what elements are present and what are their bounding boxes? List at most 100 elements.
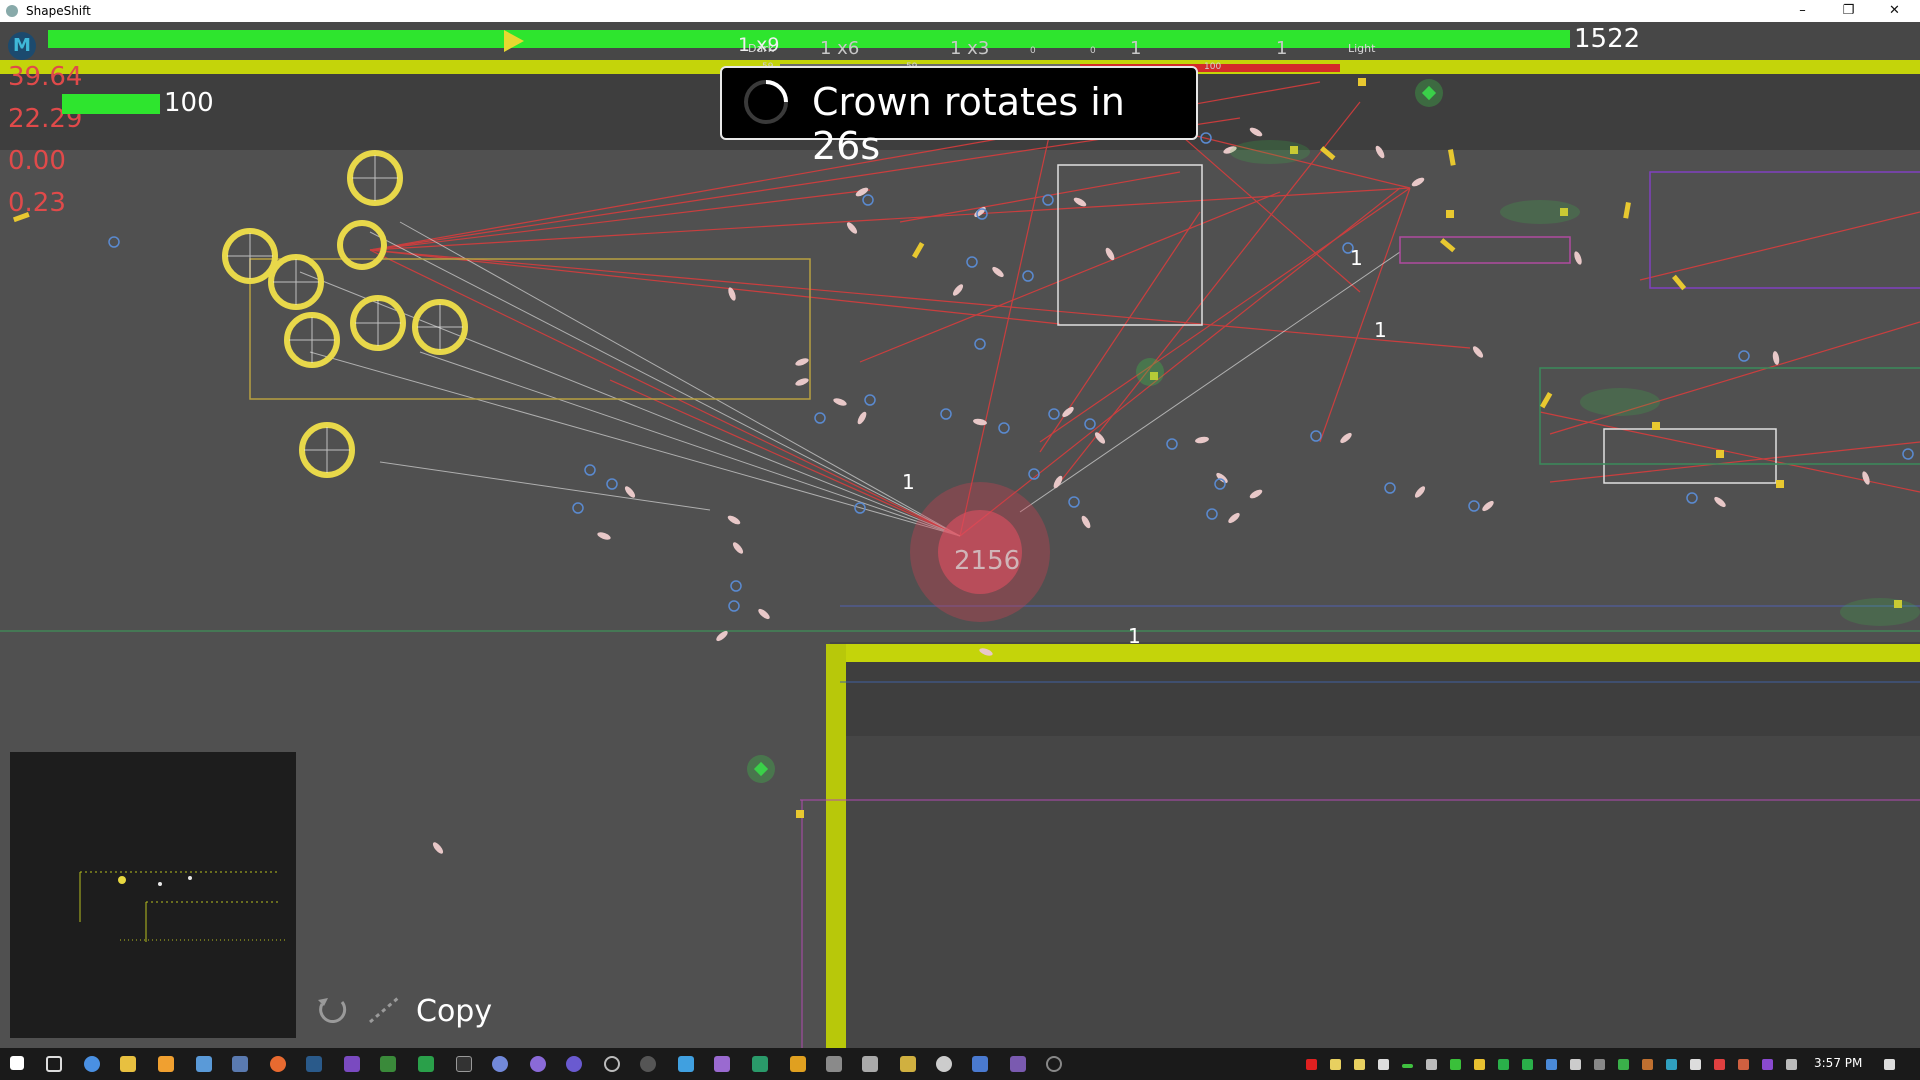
game-viewport[interactable]: M 1 x9 1522 Dark Light 59 59 0 0 100 1 x… <box>0 22 1920 1048</box>
progress-marker-icon <box>504 30 524 52</box>
player-units-spokes <box>227 155 463 473</box>
notification-icon[interactable] <box>1884 1059 1895 1070</box>
visual-studio-icon[interactable] <box>344 1056 360 1072</box>
tray-icon-chart[interactable] <box>1426 1059 1437 1070</box>
calculator-icon[interactable] <box>232 1056 248 1072</box>
gallery-icon[interactable] <box>972 1056 988 1072</box>
tray-icon-notes-2[interactable] <box>1354 1059 1365 1070</box>
tray-icon-gear[interactable] <box>1570 1059 1581 1070</box>
stat-3: 0.00 <box>8 146 66 176</box>
stat-4: 0.23 <box>8 188 66 218</box>
light-label: Light <box>1348 42 1376 55</box>
crown-timer-text: Crown rotates in 26s <box>812 80 1125 168</box>
window-title-bar: ShapeShift – ❐ ✕ <box>0 0 1920 22</box>
app-icon <box>6 5 18 17</box>
multiplier-x6: 1 x6 <box>820 38 860 59</box>
terminal-icon[interactable] <box>456 1056 472 1072</box>
tray-icon-usb[interactable] <box>1594 1059 1605 1070</box>
green-powerups <box>747 79 1920 783</box>
score-marker: 1 <box>1350 246 1363 270</box>
player-units <box>222 150 468 478</box>
windows-taskbar: 3:57 PM <box>0 1048 1920 1080</box>
top-progress-bar: 1 x9 <box>48 30 1570 56</box>
tray-icon-up[interactable] <box>1738 1059 1749 1070</box>
game-mode-icon: M <box>8 32 36 60</box>
tray-icon-brown[interactable] <box>1642 1059 1653 1070</box>
star-icon[interactable] <box>1474 1059 1485 1070</box>
app-icon-3[interactable] <box>752 1056 768 1072</box>
discord-icon[interactable] <box>492 1056 508 1072</box>
undo-icon[interactable] <box>312 990 352 1030</box>
network-icon[interactable] <box>826 1056 842 1072</box>
tray-icon-meter[interactable] <box>1402 1064 1413 1068</box>
crown-zone-value: 2156 <box>954 546 1021 576</box>
running-app-icon[interactable] <box>1046 1056 1062 1072</box>
tray-icon-app[interactable] <box>1450 1059 1461 1070</box>
file-explorer-icon[interactable] <box>120 1056 136 1072</box>
crown-rotation-banner: Crown rotates in 26s <box>720 66 1198 168</box>
loading-spinner-icon <box>744 80 788 124</box>
volume-icon[interactable] <box>1690 1059 1701 1070</box>
notepad-icon[interactable] <box>196 1056 212 1072</box>
tray-icon-db[interactable] <box>1378 1059 1389 1070</box>
restore-button[interactable]: ❐ <box>1826 0 1871 22</box>
obs-icon[interactable] <box>640 1056 656 1072</box>
dark-label: Dark <box>748 42 775 55</box>
bar-tiny-zero-a: 0 <box>1030 46 1036 56</box>
bar-tiny-zero-b: 0 <box>1090 46 1096 56</box>
bar-one-b: 1 <box>1276 38 1288 59</box>
onenote-icon[interactable] <box>1762 1059 1773 1070</box>
tray-icon-v[interactable] <box>1618 1059 1629 1070</box>
remote-icon[interactable] <box>1010 1056 1026 1072</box>
tray-icon-red-2[interactable] <box>1714 1059 1725 1070</box>
windows-start-icon[interactable] <box>10 1056 24 1070</box>
tray-icon-h-2[interactable] <box>1522 1059 1533 1070</box>
tray-icon-notes[interactable] <box>1330 1059 1341 1070</box>
app-icon-2[interactable] <box>566 1056 582 1072</box>
task-view-icon[interactable] <box>46 1056 62 1072</box>
photos-icon[interactable] <box>714 1056 730 1072</box>
stat-1: 39.64 <box>8 62 83 92</box>
firefox-icon[interactable] <box>270 1056 286 1072</box>
minimap-view <box>79 871 286 942</box>
bar-one-a: 1 <box>1130 38 1142 59</box>
network-tray-icon[interactable] <box>1786 1059 1797 1070</box>
paint-icon[interactable] <box>678 1056 694 1072</box>
git-icon[interactable] <box>790 1056 806 1072</box>
shield-icon[interactable] <box>1546 1059 1557 1070</box>
minimap[interactable] <box>10 752 296 1038</box>
app-icon-1[interactable] <box>530 1056 546 1072</box>
tray-icon-red[interactable] <box>1306 1059 1317 1070</box>
vscode-icon[interactable] <box>900 1056 916 1072</box>
minimize-button[interactable]: – <box>1780 0 1825 22</box>
score-marker: 1 <box>1374 318 1387 342</box>
taskbar-clock[interactable]: 3:57 PM <box>1814 1056 1862 1070</box>
score-value: 1522 <box>1574 24 1641 54</box>
green-box <box>1539 367 1920 465</box>
tray-icon-cyan[interactable] <box>1666 1059 1677 1070</box>
window-title: ShapeShift <box>26 4 91 18</box>
target-box-1 <box>1057 164 1203 326</box>
close-button[interactable]: ✕ <box>1872 0 1917 22</box>
copy-stroke-icon[interactable] <box>364 990 404 1030</box>
tracer-lines <box>299 221 1401 537</box>
multiplier-x3: 1 x3 <box>950 38 990 59</box>
browser-icon[interactable] <box>936 1056 952 1072</box>
enemy-pellets <box>432 127 1870 854</box>
mail-icon[interactable] <box>862 1056 878 1072</box>
score-marker: 1 <box>902 470 915 494</box>
purple-box <box>1649 171 1920 289</box>
media-icon[interactable] <box>158 1056 174 1072</box>
hex-editor-icon[interactable] <box>418 1056 434 1072</box>
magenta-box-1 <box>1399 236 1571 264</box>
health-value: 100 <box>164 88 214 118</box>
bar-tiny-100: 100 <box>1204 62 1222 72</box>
steam-icon[interactable] <box>306 1056 322 1072</box>
tray-icon-h[interactable] <box>1498 1059 1509 1070</box>
unity-icon[interactable] <box>604 1056 620 1072</box>
score-marker: 1 <box>1128 624 1141 648</box>
chrome-icon[interactable] <box>84 1056 100 1072</box>
vim-icon[interactable] <box>380 1056 396 1072</box>
copy-action-label[interactable]: Copy <box>416 994 492 1029</box>
yellow-projectiles <box>12 78 1902 818</box>
